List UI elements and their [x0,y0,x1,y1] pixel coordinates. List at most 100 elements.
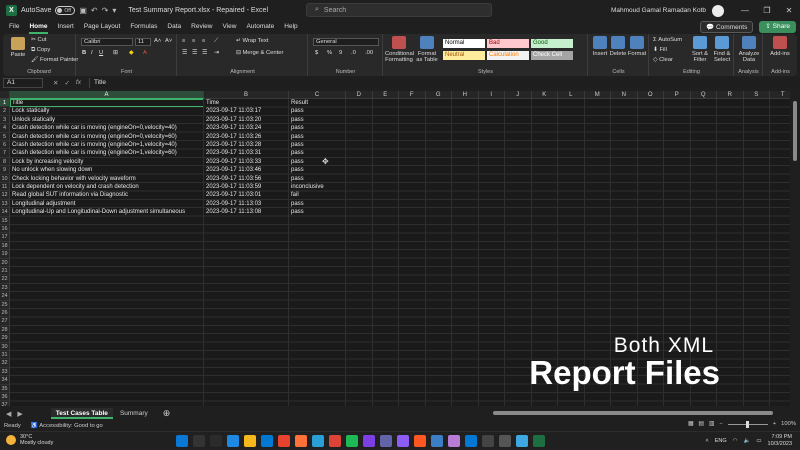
normal-view-icon[interactable]: ▦ [688,421,693,427]
autosum-button[interactable]: Σ AutoSum [653,37,682,43]
table-cell[interactable]: 2023-09-17 11:03:31 [205,149,261,157]
table-cell[interactable]: pass [290,200,304,208]
table-cell[interactable]: Crash detection while car is moving (eng… [11,149,177,157]
table-cell[interactable]: 2023-09-17 11:03:28 [205,141,261,149]
row-header[interactable]: 29 [0,334,10,343]
style-normal[interactable]: Normal [443,39,485,48]
column-header-d[interactable]: D [346,91,373,99]
row-header[interactable]: 8 [0,157,10,167]
column-header-j[interactable]: J [505,91,532,99]
table-cell[interactable]: Crash detection while car is moving (eng… [11,124,177,132]
row-header[interactable]: 16 [0,225,10,234]
avatar[interactable] [712,4,724,17]
table-cell[interactable]: 2023-09-17 11:03:17 [205,107,261,115]
undo-icon[interactable]: ↶ [91,6,98,15]
style-bad[interactable]: Bad [487,39,529,48]
row-header[interactable]: 23 [0,283,10,293]
tab-data[interactable]: Data [162,21,186,33]
row-header[interactable]: 31 [0,351,10,360]
style-check-cell[interactable]: Check Cell [531,51,573,60]
share-button[interactable]: ⇪ Share [759,21,796,33]
taskbar-app-icon[interactable] [397,435,409,447]
prev-sheet-icon[interactable]: ◀ [6,410,11,418]
align-center-icon[interactable]: ☰ [192,50,197,56]
table-cell[interactable]: pass [290,158,304,166]
column-header-r[interactable]: R [717,91,744,99]
column-header-q[interactable]: Q [690,91,717,99]
row-header[interactable]: 1 [0,99,10,108]
table-cell[interactable]: 2023-09-17 11:13:03 [205,200,261,208]
row-header[interactable]: 2 [0,107,10,116]
conditional-formatting-button[interactable]: Conditional Formatting [385,36,414,63]
column-header-t[interactable]: T [770,91,790,99]
align-middle-icon[interactable]: ≡ [192,38,195,44]
align-bottom-icon[interactable]: ≡ [202,38,205,44]
taskbar-app-icon[interactable] [210,435,222,447]
taskbar-app-icon[interactable] [465,435,477,447]
close-icon[interactable]: ✕ [778,6,800,15]
table-cell[interactable]: 2023-09-17 11:03:20 [205,116,261,124]
zoom-level[interactable]: 100% [781,421,796,427]
table-cell[interactable]: 2023-09-17 11:03:33 [205,158,261,166]
column-header-c[interactable]: C [289,91,346,99]
table-cell[interactable]: pass [290,208,304,216]
sheet-tab-test-cases[interactable]: Test Cases Table [50,408,113,419]
save-icon[interactable]: ▣ [79,6,87,15]
header-cell[interactable]: Result [290,99,308,107]
delete-cells-button[interactable]: Delete [609,36,627,57]
tab-page-layout[interactable]: Page Layout [79,21,126,33]
taskbar-app-icon[interactable] [516,435,528,447]
taskbar-app-icon[interactable] [329,435,341,447]
column-header-f[interactable]: F [399,91,426,99]
currency-icon[interactable]: $ [315,50,318,56]
taskbar-app-icon[interactable] [312,435,324,447]
zoom-in-icon[interactable]: + [773,421,776,427]
volume-icon[interactable]: 🔈 [743,438,750,444]
row-header[interactable]: 24 [0,292,10,301]
table-cell[interactable]: pass [290,133,304,141]
insert-cells-button[interactable]: Insert [591,36,609,57]
merge-center-button[interactable]: ⊟ Merge & Center [236,50,283,56]
font-color-icon[interactable]: A [143,50,147,56]
column-header-g[interactable]: G [425,91,452,99]
grow-font-icon[interactable]: A˄ [154,38,161,44]
formula-input[interactable]: Title [88,78,800,88]
row-header[interactable]: 7 [0,149,10,158]
decrease-decimal-icon[interactable]: .00 [365,50,373,56]
cut-button[interactable]: ✂ Cut [31,37,47,43]
taskbar-app-icon[interactable] [244,435,256,447]
column-header-m[interactable]: M [584,91,611,99]
comma-icon[interactable]: 9 [339,50,342,56]
italic-icon[interactable]: I [91,50,93,56]
row-header[interactable]: 3 [0,115,10,125]
row-header[interactable]: 28 [0,325,10,335]
row-header[interactable]: 26 [0,309,10,318]
table-cell[interactable]: No unlock when slowing down [11,166,92,174]
tab-insert[interactable]: Insert [53,21,79,33]
add-sheet-icon[interactable]: ⊕ [163,408,171,419]
taskbar-app-icon[interactable] [533,435,545,447]
row-header[interactable]: 17 [0,233,10,242]
zoom-slider[interactable] [727,420,768,428]
row-header[interactable]: 6 [0,141,10,150]
restore-icon[interactable]: ❐ [756,6,778,15]
tab-file[interactable]: File [4,21,24,33]
table-cell[interactable]: 2023-09-17 11:03:56 [205,175,261,183]
next-sheet-icon[interactable]: ▶ [17,410,22,418]
addins-button[interactable]: Add-ins [768,36,792,57]
table-cell[interactable]: Check locking behavior with velocity wav… [11,175,136,183]
table-cell[interactable]: fail [290,191,299,199]
taskbar-app-icon[interactable] [261,435,273,447]
table-cell[interactable]: inconclusive [290,183,324,191]
table-cell[interactable]: Lock statically [11,107,49,115]
row-header[interactable]: 35 [0,384,10,393]
row-header[interactable]: 34 [0,376,10,385]
horizontal-scrollbar[interactable] [488,411,786,416]
column-header-e[interactable]: E [372,91,399,99]
redo-icon[interactable]: ↷ [102,6,109,15]
select-all-corner[interactable] [0,91,10,99]
copy-button[interactable]: ⧉ Copy [31,47,50,54]
minimize-icon[interactable]: — [734,6,756,15]
customize-toolbar-icon[interactable]: ▾ [112,6,116,15]
row-header[interactable]: 11 [0,183,10,192]
